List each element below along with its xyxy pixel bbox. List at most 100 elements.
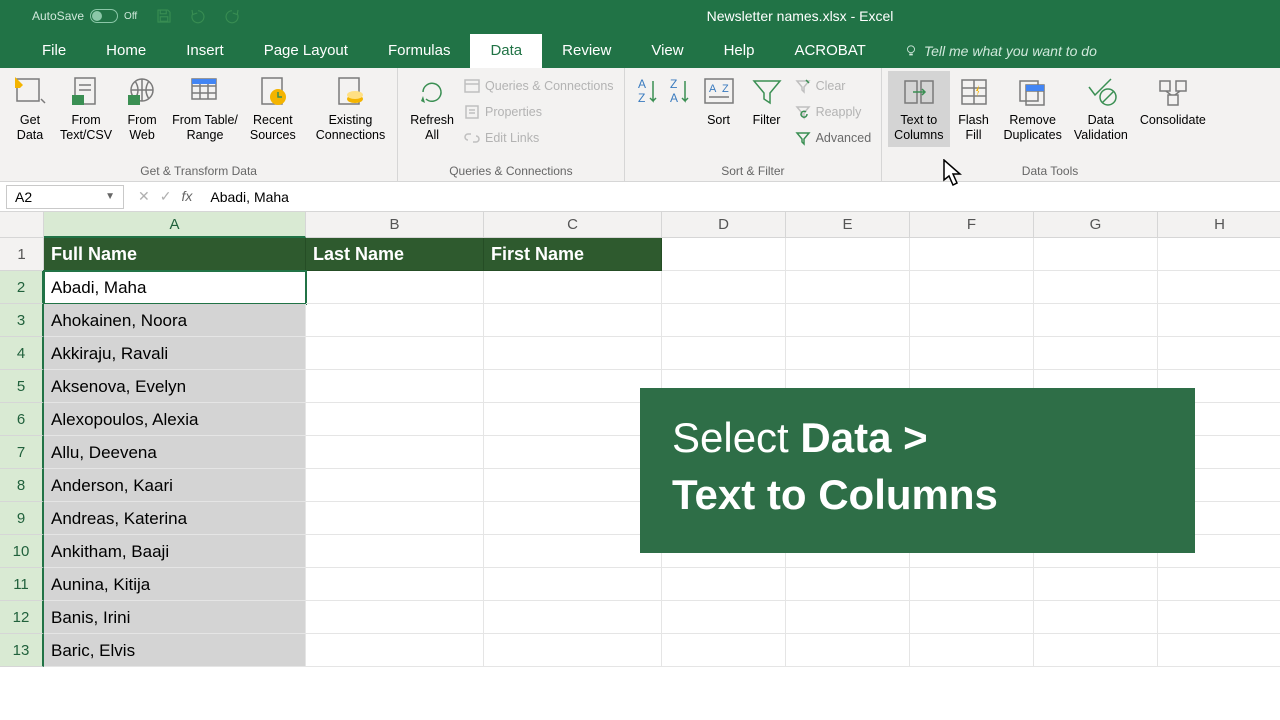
cell-H4[interactable]	[1158, 337, 1280, 370]
remove-duplicates-button[interactable]: Remove Duplicates	[998, 71, 1068, 147]
cell-A4[interactable]: Akkiraju, Ravali	[44, 337, 306, 370]
dropdown-icon[interactable]: ▼	[105, 191, 115, 202]
cell-C7[interactable]	[484, 436, 662, 469]
row-header-10[interactable]: 10	[0, 535, 44, 568]
autosave-toggle[interactable]: AutoSave Off	[32, 9, 137, 23]
cell-B5[interactable]	[306, 370, 484, 403]
tab-acrobat[interactable]: ACROBAT	[774, 34, 885, 68]
get-data-button[interactable]: Get Data	[6, 71, 54, 147]
cell-D2[interactable]	[662, 271, 786, 304]
cell-C1[interactable]: First Name	[484, 238, 662, 271]
cell-B7[interactable]	[306, 436, 484, 469]
cell-E13[interactable]	[786, 634, 910, 667]
cell-D11[interactable]	[662, 568, 786, 601]
column-header-E[interactable]: E	[786, 212, 910, 238]
name-box[interactable]: A2 ▼	[6, 185, 124, 209]
cell-H11[interactable]	[1158, 568, 1280, 601]
cell-D4[interactable]	[662, 337, 786, 370]
column-header-G[interactable]: G	[1034, 212, 1158, 238]
undo-icon[interactable]	[189, 7, 207, 25]
cell-H3[interactable]	[1158, 304, 1280, 337]
filter-button[interactable]: Filter	[743, 71, 791, 132]
sort-az-button[interactable]: AZ	[631, 71, 663, 117]
cell-E11[interactable]	[786, 568, 910, 601]
row-header-1[interactable]: 1	[0, 238, 44, 271]
cell-H1[interactable]	[1158, 238, 1280, 271]
cell-G13[interactable]	[1034, 634, 1158, 667]
cell-C2[interactable]	[484, 271, 662, 304]
formula-input[interactable]: Abadi, Maha	[200, 189, 1280, 205]
column-header-A[interactable]: A	[44, 212, 306, 238]
redo-icon[interactable]	[223, 7, 241, 25]
consolidate-button[interactable]: Consolidate	[1134, 71, 1212, 132]
cell-B4[interactable]	[306, 337, 484, 370]
cell-C6[interactable]	[484, 403, 662, 436]
existing-connections-button[interactable]: Existing Connections	[310, 71, 392, 147]
row-header-6[interactable]: 6	[0, 403, 44, 436]
cell-C12[interactable]	[484, 601, 662, 634]
row-header-4[interactable]: 4	[0, 337, 44, 370]
cell-G4[interactable]	[1034, 337, 1158, 370]
recent-sources-button[interactable]: Recent Sources	[244, 71, 302, 147]
select-all-corner[interactable]	[0, 212, 44, 238]
row-header-2[interactable]: 2	[0, 271, 44, 304]
sort-za-button[interactable]: ZA	[663, 71, 695, 117]
from-table-button[interactable]: From Table/ Range	[166, 71, 244, 147]
column-header-F[interactable]: F	[910, 212, 1034, 238]
cell-B12[interactable]	[306, 601, 484, 634]
cell-C9[interactable]	[484, 502, 662, 535]
cell-B11[interactable]	[306, 568, 484, 601]
cell-C3[interactable]	[484, 304, 662, 337]
cell-A3[interactable]: Ahokainen, Noora	[44, 304, 306, 337]
cell-E3[interactable]	[786, 304, 910, 337]
cell-D13[interactable]	[662, 634, 786, 667]
cell-A5[interactable]: Aksenova, Evelyn	[44, 370, 306, 403]
cell-F11[interactable]	[910, 568, 1034, 601]
cell-C4[interactable]	[484, 337, 662, 370]
advanced-button[interactable]: Advanced	[791, 125, 876, 151]
tab-help[interactable]: Help	[704, 34, 775, 68]
cell-G12[interactable]	[1034, 601, 1158, 634]
tell-me-search[interactable]: Tell me what you want to do	[904, 43, 1097, 68]
cell-C10[interactable]	[484, 535, 662, 568]
from-web-button[interactable]: From Web	[118, 71, 166, 147]
cell-A7[interactable]: Allu, Deevena	[44, 436, 306, 469]
cell-D1[interactable]	[662, 238, 786, 271]
column-header-D[interactable]: D	[662, 212, 786, 238]
refresh-all-button[interactable]: Refresh All	[404, 71, 460, 147]
cell-B9[interactable]	[306, 502, 484, 535]
row-header-3[interactable]: 3	[0, 304, 44, 337]
cell-A11[interactable]: Aunina, Kitija	[44, 568, 306, 601]
row-header-12[interactable]: 12	[0, 601, 44, 634]
fx-icon[interactable]: fx	[181, 188, 192, 205]
cell-B6[interactable]	[306, 403, 484, 436]
cell-F13[interactable]	[910, 634, 1034, 667]
cell-B2[interactable]	[306, 271, 484, 304]
cell-G3[interactable]	[1034, 304, 1158, 337]
data-validation-button[interactable]: Data Validation	[1068, 71, 1134, 147]
cell-F4[interactable]	[910, 337, 1034, 370]
cell-A2[interactable]: Abadi, Maha	[44, 271, 306, 304]
cell-E12[interactable]	[786, 601, 910, 634]
cell-F12[interactable]	[910, 601, 1034, 634]
row-header-11[interactable]: 11	[0, 568, 44, 601]
cell-A13[interactable]: Baric, Elvis	[44, 634, 306, 667]
tab-formulas[interactable]: Formulas	[368, 34, 471, 68]
cell-H2[interactable]	[1158, 271, 1280, 304]
column-header-B[interactable]: B	[306, 212, 484, 238]
cell-B13[interactable]	[306, 634, 484, 667]
cell-A12[interactable]: Banis, Irini	[44, 601, 306, 634]
flash-fill-button[interactable]: Flash Fill	[950, 71, 998, 147]
cell-F2[interactable]	[910, 271, 1034, 304]
row-header-9[interactable]: 9	[0, 502, 44, 535]
tab-review[interactable]: Review	[542, 34, 631, 68]
queries-connections-button[interactable]: Queries & Connections	[460, 73, 618, 99]
cell-B8[interactable]	[306, 469, 484, 502]
tab-view[interactable]: View	[631, 34, 703, 68]
cell-A6[interactable]: Alexopoulos, Alexia	[44, 403, 306, 436]
cell-D3[interactable]	[662, 304, 786, 337]
cell-H13[interactable]	[1158, 634, 1280, 667]
cell-G11[interactable]	[1034, 568, 1158, 601]
from-textcsv-button[interactable]: From Text/CSV	[54, 71, 118, 147]
cell-G2[interactable]	[1034, 271, 1158, 304]
